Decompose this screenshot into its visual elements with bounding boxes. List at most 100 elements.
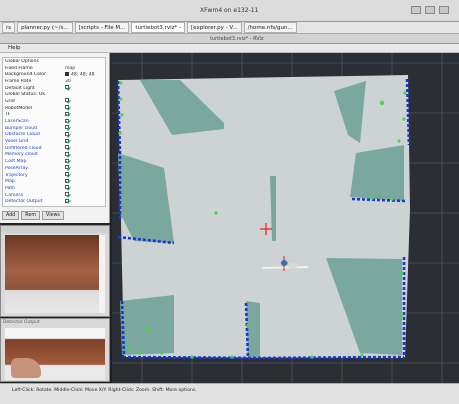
taskbar-item[interactable]: /home.nfs/gun...	[243, 22, 297, 33]
display-value-text: 30	[65, 78, 71, 84]
menu-bar: Help	[0, 44, 459, 53]
color-swatch[interactable]	[65, 71, 69, 76]
display-value[interactable]	[65, 105, 101, 111]
taskbar-item[interactable]: rs	[2, 22, 16, 33]
checkbox[interactable]	[65, 185, 69, 190]
display-value[interactable]	[65, 138, 101, 145]
detector-output-title: Detector Output	[3, 320, 40, 325]
checkbox[interactable]	[65, 158, 69, 163]
checkbox[interactable]	[65, 172, 69, 177]
add-display-button[interactable]: Add	[2, 211, 20, 220]
display-row[interactable]: TF	[3, 111, 105, 119]
display-row[interactable]: Path	[3, 185, 105, 192]
3d-view[interactable]	[112, 53, 459, 384]
display-row[interactable]: Map	[3, 178, 105, 185]
display-value[interactable]	[65, 165, 101, 171]
checkbox[interactable]	[65, 118, 69, 123]
display-label: Background Color	[5, 72, 46, 78]
views-button[interactable]: Views	[42, 211, 64, 220]
map-render	[112, 53, 459, 384]
checkbox[interactable]	[65, 98, 69, 103]
display-row[interactable]: Bumper cloud	[3, 125, 105, 132]
window-manager-title: XFwm4 on e132-11	[200, 7, 259, 14]
menu-help[interactable]: Help	[8, 45, 21, 51]
displays-panel: Global Options Fixed Frame map Background C…	[0, 53, 110, 223]
checkbox[interactable]	[65, 138, 69, 143]
taskbar-item[interactable]: planner.py (~/s...	[17, 22, 73, 33]
display-value[interactable]	[65, 111, 101, 118]
display-label: Camera	[5, 192, 24, 198]
display-value: 30	[65, 79, 101, 84]
close-button[interactable]	[439, 6, 449, 14]
minimize-button[interactable]	[411, 6, 421, 14]
checkbox[interactable]	[65, 111, 69, 116]
display-label: Fixed Frame	[5, 65, 33, 71]
taskbar-item[interactable]: [scripts - File M...	[74, 22, 130, 33]
maximize-button[interactable]	[425, 6, 435, 14]
display-row[interactable]: Frame Rate 30	[3, 78, 105, 85]
display-value-text: map	[65, 65, 76, 71]
checkbox[interactable]	[65, 165, 69, 170]
display-row[interactable]: Unfiltered cloud	[3, 145, 105, 152]
display-value: map	[65, 66, 101, 71]
display-row[interactable]: Background Color 48; 48; 48	[3, 71, 105, 78]
display-row[interactable]: LaserScan	[3, 118, 105, 125]
display-row[interactable]: Cost Map	[3, 158, 105, 165]
display-row[interactable]: Voxel Grid	[3, 138, 105, 145]
checkbox[interactable]	[65, 198, 69, 203]
display-value[interactable]	[65, 158, 101, 165]
display-row[interactable]: Camera	[3, 192, 105, 199]
display-value[interactable]	[65, 198, 101, 205]
window-manager-title-bar: XFwm4 on e132-11	[0, 0, 459, 22]
display-label: Global Status: Ok	[5, 92, 46, 98]
display-row[interactable]: RobotModel	[3, 105, 105, 112]
remove-display-button[interactable]: Rem	[21, 211, 41, 220]
display-row[interactable]: Fixed Frame map	[3, 65, 105, 72]
display-label: RobotModel	[5, 105, 33, 111]
display-value[interactable]	[65, 172, 101, 178]
display-value[interactable]	[65, 98, 101, 104]
display-value[interactable]	[65, 131, 101, 138]
rviz-title-bar: turtlebot3.rviz* - RViz	[0, 34, 459, 44]
taskbar-item[interactable]: [explorer.py - V...	[187, 22, 242, 33]
display-label: Obstacle Cloud	[5, 132, 40, 138]
display-row[interactable]: Default Light	[3, 85, 105, 92]
display-value[interactable]	[65, 192, 101, 198]
display-row[interactable]: PoseArray	[3, 165, 105, 172]
checkbox[interactable]	[65, 178, 69, 183]
taskbar-item-rviz[interactable]: turtlebot3.rviz* -	[131, 22, 186, 33]
checkbox[interactable]	[65, 145, 69, 150]
checkbox[interactable]	[65, 105, 69, 110]
checkbox[interactable]	[65, 125, 69, 130]
display-value[interactable]	[65, 185, 101, 191]
display-row[interactable]: Global Options	[3, 58, 105, 65]
display-label: Trajectory	[5, 172, 28, 178]
status-bar: Left-Click: Rotate. Middle-Click: Move X…	[0, 383, 459, 404]
taskbar: rs planner.py (~/s... [scripts - File M.…	[0, 22, 459, 34]
display-label: Path	[5, 185, 16, 191]
display-label: TF	[5, 112, 11, 118]
camera-panel	[0, 225, 110, 317]
display-row[interactable]: Grid	[3, 98, 105, 105]
displays-tree[interactable]: Global Options Fixed Frame map Background C…	[2, 57, 106, 207]
display-value[interactable]	[65, 178, 101, 185]
checkbox[interactable]	[65, 151, 69, 156]
display-value[interactable]	[65, 151, 101, 158]
display-label: Unfiltered cloud	[5, 145, 42, 151]
display-label: Memory cloud	[5, 152, 38, 158]
checkbox[interactable]	[65, 85, 69, 90]
display-value[interactable]	[65, 125, 101, 131]
display-value[interactable]	[65, 145, 101, 151]
display-row[interactable]: Obstacle Cloud	[3, 131, 105, 139]
display-value: 48; 48; 48	[65, 71, 101, 77]
display-row[interactable]: Detector Output	[3, 198, 105, 205]
display-value[interactable]	[65, 118, 101, 125]
display-value[interactable]	[65, 85, 101, 91]
checkbox[interactable]	[65, 192, 69, 197]
checkbox[interactable]	[65, 131, 69, 136]
display-label: LaserScan	[5, 119, 29, 125]
display-row[interactable]: Global Status: Ok	[3, 91, 105, 98]
display-row[interactable]: Memory cloud	[3, 151, 105, 159]
detector-output-panel: Detector Output	[0, 318, 110, 382]
display-row[interactable]: Trajectory	[3, 172, 105, 179]
